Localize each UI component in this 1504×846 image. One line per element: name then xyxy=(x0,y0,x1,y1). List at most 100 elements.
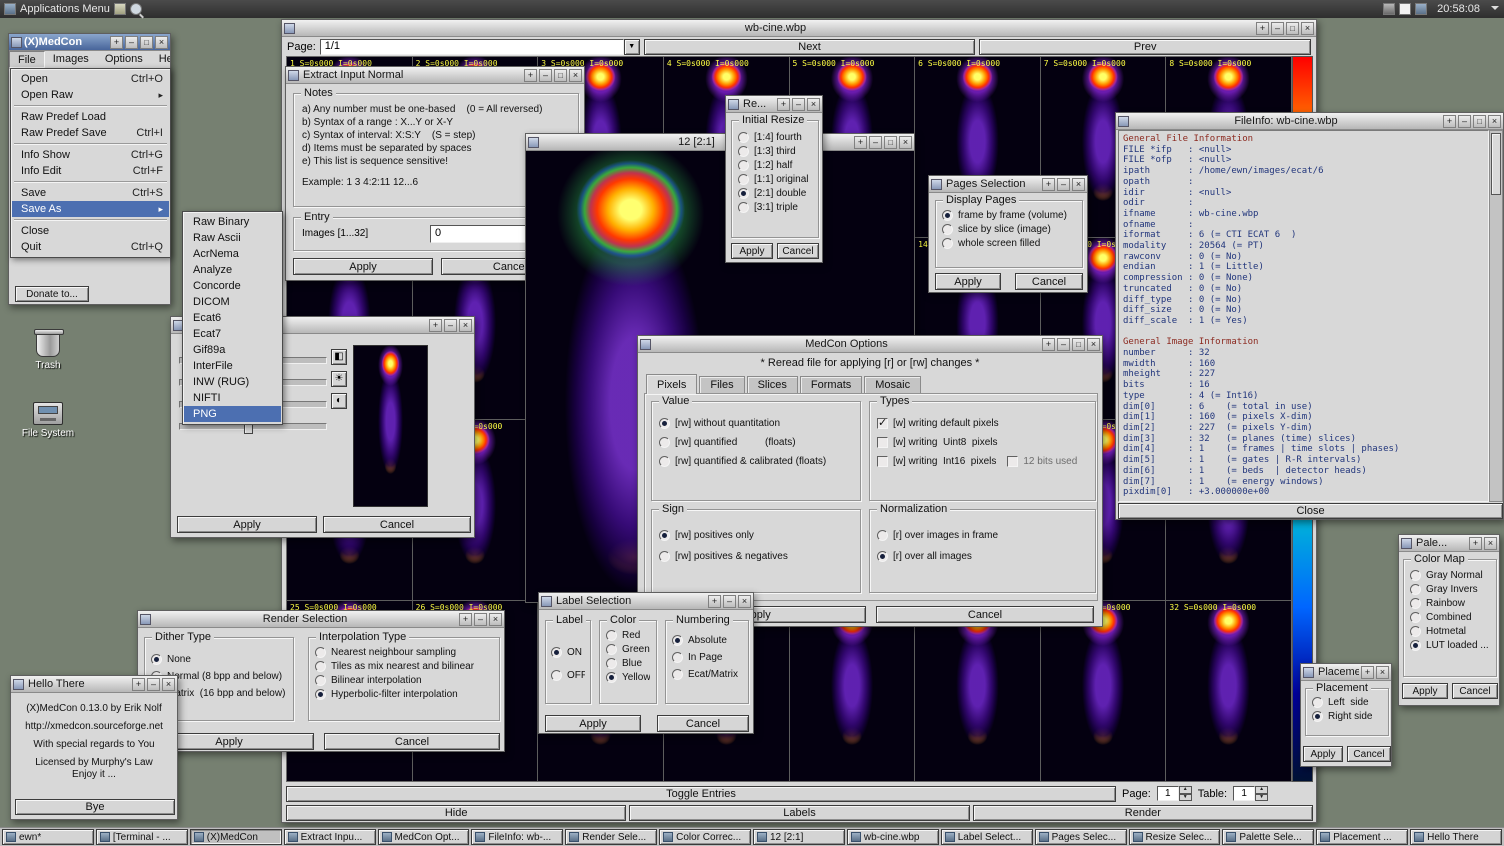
cancel-button[interactable]: Cancel xyxy=(1347,746,1391,762)
menu-item-save-as[interactable]: Save As▸ xyxy=(12,201,169,217)
menubar-help[interactable]: Help xyxy=(151,51,171,68)
close-button[interactable] xyxy=(738,595,751,608)
resize-option-1-2-half[interactable]: [1:2] half xyxy=(738,160,812,171)
taskbar-item-fileinfo-wb[interactable]: FileInfo: wb-... xyxy=(471,829,563,845)
menu-item-close[interactable]: Close xyxy=(12,223,169,239)
brightness-icon[interactable] xyxy=(331,371,347,387)
menu-item-interfile[interactable]: InterFile xyxy=(184,358,281,374)
resize-option-1-3-third[interactable]: [1:3] third xyxy=(738,146,812,157)
value-option-rw-quantified-floats[interactable]: [rw] quantified (floats) xyxy=(659,437,853,448)
tray-icon[interactable] xyxy=(1399,3,1411,15)
taskbar-item-hello-there[interactable]: Hello There xyxy=(1410,829,1502,845)
taskbar-item-extract-inpu[interactable]: Extract Inpu... xyxy=(284,829,376,845)
menu-item-raw-predef-load[interactable]: Raw Predef Load xyxy=(12,109,169,125)
stick-button[interactable] xyxy=(459,613,472,626)
menu-item-ecat6[interactable]: Ecat6 xyxy=(184,310,281,326)
titlebar[interactable]: Render Selection xyxy=(138,611,504,628)
close-button[interactable] xyxy=(1301,22,1314,35)
maximize-button[interactable] xyxy=(554,69,567,82)
close-button[interactable] xyxy=(569,69,582,82)
taskbar-item-12-2-1[interactable]: 12 [2:1] xyxy=(753,829,845,845)
stick-button[interactable] xyxy=(1361,666,1374,679)
minimize-button[interactable] xyxy=(1057,338,1070,351)
menu-item-open[interactable]: OpenCtrl+O xyxy=(12,71,169,87)
color-option-green[interactable]: Green xyxy=(606,644,650,655)
chevron-down-icon[interactable] xyxy=(1490,4,1500,14)
maximize-button[interactable] xyxy=(1473,115,1486,128)
menu-item-info-edit[interactable]: Info EditCtrl+F xyxy=(12,163,169,179)
types-option-w-writing-default-pixels[interactable]: [w] writing default pixels xyxy=(877,418,1088,429)
titlebar[interactable]: Pale... xyxy=(1399,535,1499,552)
taskbar-item-x-medcon[interactable]: (X)MedCon xyxy=(190,829,282,845)
colormap-option-rainbow[interactable]: Rainbow xyxy=(1410,598,1490,609)
scrollbar[interactable] xyxy=(1489,130,1503,502)
menu-item-analyze[interactable]: Analyze xyxy=(184,262,281,278)
types-option-w-writing-uint8-pixels[interactable]: [w] writing Uint8 pixels xyxy=(877,437,1088,448)
menu-item-quit[interactable]: QuitCtrl+Q xyxy=(12,239,169,255)
color-option-yellow[interactable]: Yellow xyxy=(606,672,650,683)
close-button[interactable] xyxy=(1072,178,1085,191)
menu-item-open-raw[interactable]: Open Raw▸ xyxy=(12,87,169,103)
interpolation-option-tiles-as-mix-nearest-and-bilinear[interactable]: Tiles as mix nearest and bilinear xyxy=(315,661,493,672)
minimize-button[interactable] xyxy=(1271,22,1284,35)
cancel-button[interactable]: Cancel xyxy=(1452,683,1498,699)
tab-slices[interactable]: Slices xyxy=(747,376,798,394)
taskbar-item-wb-cine-wbp[interactable]: wb-cine.wbp xyxy=(847,829,939,845)
cancel-button[interactable]: Cancel xyxy=(657,715,749,732)
stick-button[interactable] xyxy=(1042,178,1055,191)
close-button[interactable] xyxy=(459,319,472,332)
resize-option-3-1-triple[interactable]: [3:1] triple xyxy=(738,202,812,213)
taskbar-item-placement[interactable]: Placement ... xyxy=(1316,829,1408,845)
menu-item-ecat7[interactable]: Ecat7 xyxy=(184,326,281,342)
taskbar-item-terminal[interactable]: [Terminal - ... xyxy=(96,829,188,845)
menu-item-concorde[interactable]: Concorde xyxy=(184,278,281,294)
tab-mosaic[interactable]: Mosaic xyxy=(864,376,921,394)
stick-button[interactable] xyxy=(854,136,867,149)
menubar-file[interactable]: File xyxy=(9,51,45,68)
placement-option-left-side[interactable]: Left side xyxy=(1312,697,1382,708)
close-button[interactable] xyxy=(1484,537,1497,550)
page-spinner[interactable]: 1 ▲▼ xyxy=(1157,786,1192,801)
titlebar[interactable]: Pages Selection xyxy=(929,176,1087,193)
stick-button[interactable] xyxy=(429,319,442,332)
tab-pixels[interactable]: Pixels xyxy=(646,374,697,394)
menu-item-dicom[interactable]: DICOM xyxy=(184,294,281,310)
apply-button[interactable]: Apply xyxy=(545,715,641,732)
resize-option-2-1-double[interactable]: [2:1] double xyxy=(738,188,812,199)
menubar-images[interactable]: Images xyxy=(45,51,97,68)
normalization-option-r-over-all-images[interactable]: [r] over all images xyxy=(877,551,1088,562)
close-button[interactable] xyxy=(155,36,168,49)
types-option-w-writing-int16-pixels[interactable]: [w] writing Int16 pixels12 bits used xyxy=(877,456,1088,467)
menu-item-save[interactable]: SaveCtrl+S xyxy=(12,185,169,201)
prev-button[interactable]: Prev xyxy=(979,39,1311,55)
close-button[interactable] xyxy=(162,678,175,691)
close-button[interactable] xyxy=(1488,115,1501,128)
table-spinner[interactable]: 1 ▲▼ xyxy=(1233,786,1268,801)
cancel-button[interactable]: Cancel xyxy=(777,243,819,259)
stick-button[interactable] xyxy=(1469,537,1482,550)
numbering-option-in-page[interactable]: In Page xyxy=(672,652,742,663)
invert-icon[interactable] xyxy=(331,349,347,365)
taskbar-item-label-select[interactable]: Label Select... xyxy=(941,829,1033,845)
taskbar-item-render-sele[interactable]: Render Sele... xyxy=(565,829,657,845)
apply-button[interactable]: Apply xyxy=(293,258,433,275)
spinner-up-icon[interactable]: ▲ xyxy=(1179,786,1192,794)
interpolation-option-nearest-neighbour-sampling[interactable]: Nearest neighbour sampling xyxy=(315,647,493,658)
apply-button[interactable]: Apply xyxy=(935,273,1001,290)
pages-option-slice-by-slice-image[interactable]: slice by slice (image) xyxy=(942,224,1076,235)
menu-item-gif89a[interactable]: Gif89a xyxy=(184,342,281,358)
contrast-icon[interactable] xyxy=(331,393,347,409)
resize-option-1-1-original[interactable]: [1:1] original xyxy=(738,174,812,185)
stick-button[interactable] xyxy=(777,98,790,111)
stick-button[interactable] xyxy=(1443,115,1456,128)
colormap-option-combined[interactable]: Combined xyxy=(1410,612,1490,623)
pager-icon[interactable] xyxy=(1415,3,1427,15)
stick-button[interactable] xyxy=(1042,338,1055,351)
stick-button[interactable] xyxy=(110,36,123,49)
apply-button[interactable]: Apply xyxy=(731,243,773,259)
placement-option-right-side[interactable]: Right side xyxy=(1312,711,1382,722)
menu-item-inw-rug[interactable]: INW (RUG) xyxy=(184,374,281,390)
label-option-off[interactable]: OFF xyxy=(551,670,585,681)
spinner-down-icon[interactable]: ▼ xyxy=(1179,794,1192,802)
tab-formats[interactable]: Formats xyxy=(800,376,862,394)
